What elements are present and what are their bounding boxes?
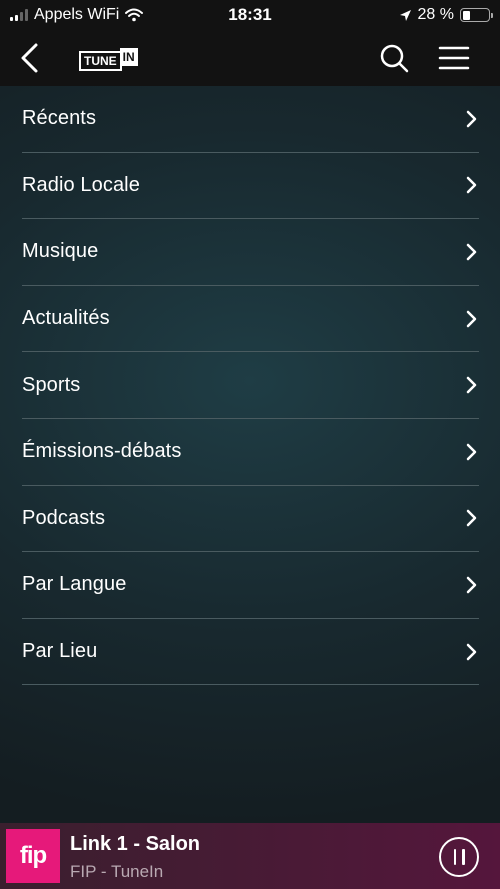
tunein-logo: TUNE IN xyxy=(79,43,138,71)
menu-item-recents[interactable]: Récents xyxy=(22,86,479,153)
menu-item-label: Radio Locale xyxy=(22,173,140,196)
nav-bar: TUNE IN xyxy=(0,30,500,86)
chevron-right-icon xyxy=(466,576,477,594)
browse-menu-list: Récents Radio Locale Musique Actualités … xyxy=(22,86,479,686)
back-button[interactable] xyxy=(14,40,48,76)
pause-icon-bar xyxy=(462,849,465,865)
chevron-right-icon xyxy=(466,443,477,461)
menu-item-par-lieu[interactable]: Par Lieu xyxy=(22,619,479,686)
battery-fill xyxy=(462,10,470,20)
hamburger-menu-icon xyxy=(438,46,470,70)
back-chevron-icon xyxy=(21,43,38,73)
menu-item-label: Sports xyxy=(22,373,81,396)
station-artwork: fip xyxy=(6,829,60,883)
menu-item-label: Musique xyxy=(22,240,99,263)
search-icon xyxy=(380,44,409,73)
menu-item-emissions-debats[interactable]: Émissions-débats xyxy=(22,419,479,486)
status-right: 28 % xyxy=(399,0,493,30)
menu-item-podcasts[interactable]: Podcasts xyxy=(22,486,479,553)
menu-item-par-langue[interactable]: Par Langue xyxy=(22,552,479,619)
chevron-right-icon xyxy=(466,643,477,660)
logo-tune-text: TUNE xyxy=(79,51,122,71)
status-bar: Appels WiFi 18:31 28 % xyxy=(0,0,500,30)
menu-item-label: Podcasts xyxy=(22,506,106,529)
pause-button[interactable] xyxy=(439,837,479,877)
chevron-right-icon xyxy=(466,376,477,394)
menu-item-actualites[interactable]: Actualités xyxy=(22,286,479,353)
chevron-right-icon xyxy=(466,177,477,194)
artwork-logo-text: fip xyxy=(19,842,47,869)
chevron-right-icon xyxy=(466,510,477,527)
now-playing-subtitle: FIP - TuneIn xyxy=(70,862,164,881)
menu-item-label: Par Lieu xyxy=(22,640,98,663)
menu-item-label: Par Langue xyxy=(22,573,127,596)
mini-player[interactable]: fip Link 1 - Salon FIP - TuneIn xyxy=(0,823,500,889)
pause-icon xyxy=(453,849,456,865)
menu-button[interactable] xyxy=(437,43,471,73)
menu-item-label: Récents xyxy=(22,107,97,130)
menu-item-label: Actualités xyxy=(22,307,110,330)
chevron-right-icon xyxy=(466,243,477,261)
logo-in-text: IN xyxy=(119,48,138,66)
search-button[interactable] xyxy=(377,41,411,75)
menu-item-label: Émissions-débats xyxy=(22,440,182,463)
chevron-right-icon xyxy=(466,110,477,128)
menu-item-musique[interactable]: Musique xyxy=(22,219,479,286)
now-playing-title: Link 1 - Salon xyxy=(70,833,201,855)
location-arrow-icon xyxy=(399,9,411,21)
battery-percent: 28 % xyxy=(417,6,454,23)
menu-item-radio-locale[interactable]: Radio Locale xyxy=(22,153,479,220)
battery-icon xyxy=(460,8,493,22)
browse-content: Récents Radio Locale Musique Actualités … xyxy=(0,86,500,823)
menu-item-sports[interactable]: Sports xyxy=(22,352,479,419)
chevron-right-icon xyxy=(466,310,477,327)
